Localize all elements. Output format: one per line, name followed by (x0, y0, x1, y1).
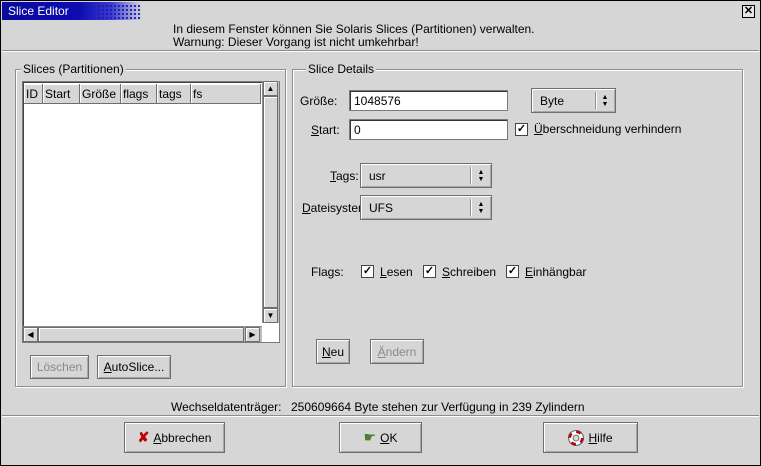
delete-label: Löschen (36, 360, 83, 374)
ok-label: K (389, 430, 398, 445)
start-input[interactable]: 0 (349, 119, 508, 140)
slice-details-group (292, 69, 743, 387)
autoslice-mnemonic: A (103, 360, 112, 374)
flag-mount-text: inhängbar (533, 265, 587, 279)
footer-separator (2, 415, 759, 416)
new-label: eu (330, 344, 345, 359)
flag-mount-label: Einhängbar (525, 265, 586, 279)
flag-write-mnemonic: S (442, 265, 451, 279)
slice-editor-window: Slice Editor ✕ In diesem Fenster können … (0, 0, 761, 466)
flag-write-checkbox[interactable]: ✓ (423, 265, 436, 278)
tags-select[interactable]: usr ▲ ▼ (360, 163, 492, 188)
column-header-id[interactable]: ID (24, 84, 43, 104)
start-label-text: tart: (319, 123, 340, 137)
checkmark-icon: ✓ (516, 123, 527, 135)
cancel-button[interactable]: ✘ Abbrechen (124, 422, 225, 453)
slice-details-legend: Slice Details (306, 62, 377, 76)
flags-label: Flags: (311, 265, 344, 279)
scroll-right-arrow-icon[interactable]: ▶ (245, 327, 260, 342)
checkmark-icon: ✓ (424, 265, 435, 277)
cancel-x-icon: ✘ (137, 429, 150, 445)
flag-write-label: Schreiben (442, 265, 496, 279)
change-button[interactable]: Ändern (370, 339, 424, 364)
start-label: Start: (311, 123, 340, 137)
checkmark-icon: ✓ (362, 265, 373, 277)
delete-button[interactable]: Löschen (30, 355, 89, 379)
column-header-flags[interactable]: flags (121, 84, 157, 104)
change-mnemonic: Ä (377, 344, 386, 359)
info-line-2: Warnung: Dieser Vorgang ist nicht umkehr… (173, 35, 419, 49)
help-button[interactable]: Hilfe (543, 422, 638, 453)
start-mnemonic: S (311, 123, 320, 137)
size-input[interactable]: 1048576 (349, 90, 508, 111)
tags-value: usr (369, 169, 386, 183)
unit-select[interactable]: Byte ▲ ▼ (531, 88, 616, 113)
status-label: Wechseldatenträger: (171, 400, 282, 414)
combo-divider (470, 167, 471, 184)
flag-mount-checkbox[interactable]: ✓ (506, 265, 519, 278)
spin-arrows-icon: ▲ ▼ (601, 94, 609, 108)
slices-table[interactable]: ID Start Größe flags tags fs (22, 81, 280, 343)
combo-divider (470, 199, 471, 216)
flag-read-text: esen (386, 265, 413, 279)
new-mnemonic: N (321, 344, 331, 359)
vertical-scroll-thumb[interactable] (263, 96, 278, 308)
ok-hand-icon: ☛ (363, 429, 377, 445)
scroll-up-arrow-icon[interactable]: ▲ (263, 81, 278, 96)
title-pattern (97, 4, 142, 20)
lifebuoy-icon (568, 429, 585, 446)
title-bar[interactable]: Slice Editor ✕ (2, 2, 759, 20)
filesystem-mnemonic: D (302, 201, 311, 215)
cancel-mnemonic: A (153, 430, 162, 445)
overlap-label: Überschneidung verhindern (534, 122, 681, 136)
column-header-fs[interactable]: fs (191, 84, 261, 104)
autoslice-button[interactable]: AutoSlice... (97, 355, 171, 379)
info-line-1: In diesem Fenster können Sie Solaris Sli… (173, 22, 535, 36)
spin-arrows-icon: ▲ ▼ (477, 201, 485, 215)
tags-label: Tags: (330, 169, 359, 183)
vertical-scrollbar[interactable]: ▲ ▼ (262, 81, 279, 323)
tags-label-text: ags: (336, 169, 359, 183)
column-header-tags[interactable]: tags (157, 84, 191, 104)
scroll-down-arrow-icon[interactable]: ▼ (263, 308, 278, 323)
flag-read-checkbox[interactable]: ✓ (361, 265, 374, 278)
column-header-size[interactable]: Größe (80, 84, 121, 104)
status-text: 250609664 Byte stehen zur Verfügung in 2… (291, 400, 585, 414)
slices-legend: Slices (Partitionen) (21, 62, 126, 76)
spin-arrows-icon: ▲ ▼ (477, 169, 485, 183)
new-button[interactable]: Neu (316, 339, 350, 364)
help-mnemonic: H (588, 430, 598, 445)
checkmark-icon: ✓ (507, 265, 518, 277)
size-label: Größe: (300, 94, 338, 108)
help-label: ilfe (597, 430, 613, 445)
flag-mount-mnemonic: E (525, 265, 534, 279)
cancel-label: bbrechen (161, 430, 212, 445)
horizontal-scrollbar[interactable]: ◀ ▶ (23, 326, 262, 342)
change-label: ndern (385, 344, 417, 359)
unit-value: Byte (540, 94, 565, 108)
overlap-label-text: berschneidung verhindern (542, 122, 682, 136)
column-header-start[interactable]: Start (43, 84, 80, 104)
ok-mnemonic: O (380, 430, 390, 445)
overlap-checkbox[interactable]: ✓ (515, 123, 528, 136)
autoslice-label: utoSlice... (111, 360, 165, 374)
filesystem-select[interactable]: UFS ▲ ▼ (360, 195, 492, 220)
overlap-mnemonic: Ü (534, 122, 543, 136)
flag-read-mnemonic: L (380, 265, 387, 279)
flag-read-label: Lesen (380, 265, 413, 279)
combo-divider (595, 92, 596, 109)
filesystem-value: UFS (369, 201, 393, 215)
horizontal-scroll-thumb[interactable] (38, 327, 244, 342)
scroll-left-arrow-icon[interactable]: ◀ (23, 327, 38, 342)
close-icon[interactable]: ✕ (742, 5, 755, 18)
flag-write-text: chreiben (450, 265, 497, 279)
ok-button[interactable]: ☛ OK (339, 422, 422, 453)
info-header: In diesem Fenster können Sie Solaris Sli… (2, 20, 759, 51)
window-title: Slice Editor (8, 4, 69, 18)
